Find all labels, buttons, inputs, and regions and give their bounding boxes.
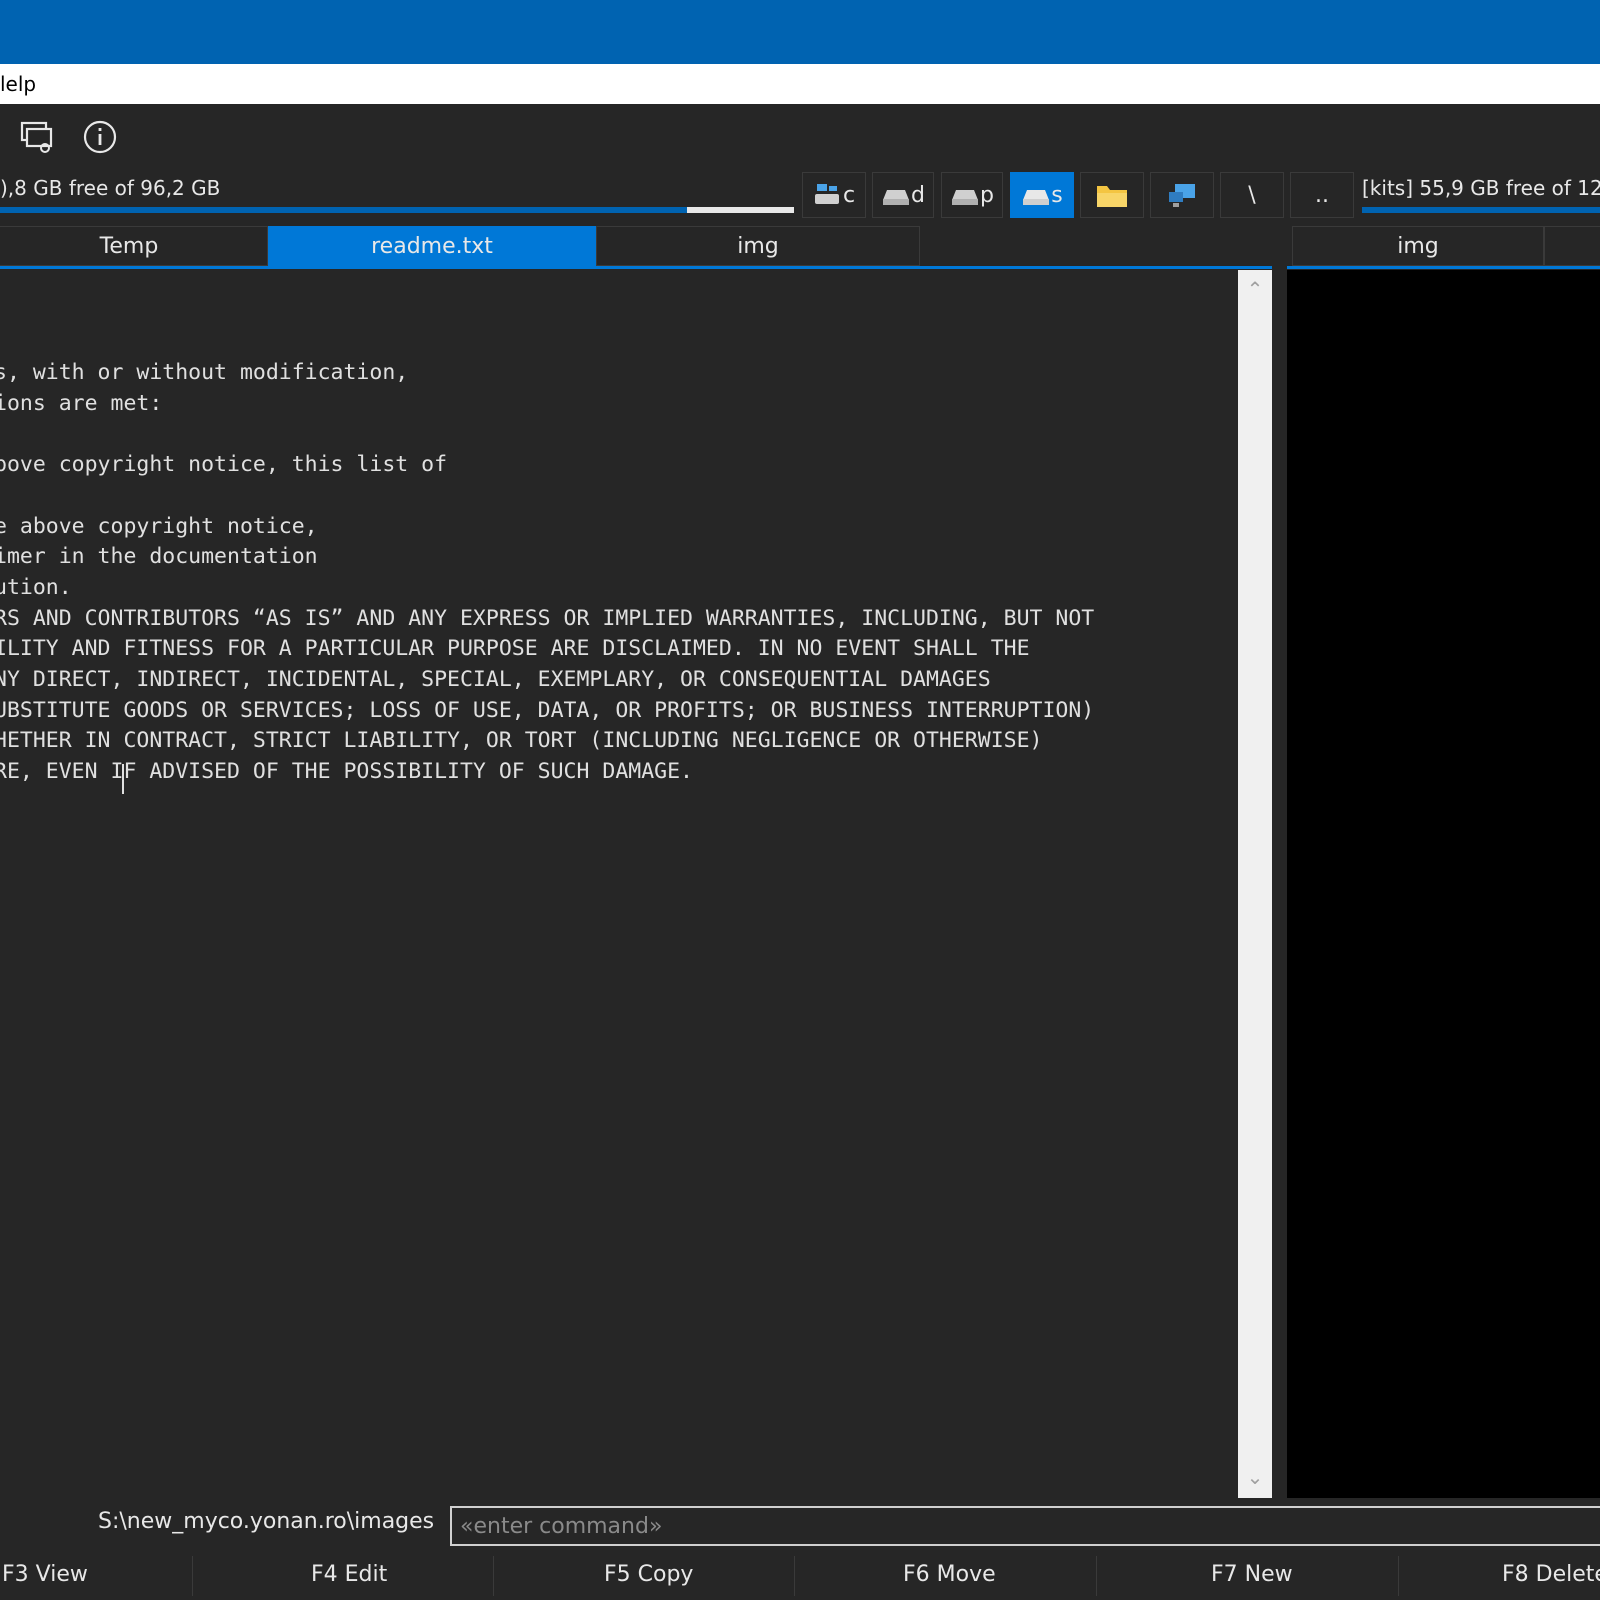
f4-edit-button[interactable]: F4 Edit bbox=[311, 1562, 387, 1587]
text-line: RE, EVEN IF ADVISED OF THE POSSIBILITY O… bbox=[0, 759, 693, 785]
text-line: s, with or without modification, bbox=[0, 360, 409, 385]
current-path: S:\new_myco.yonan.ro\images bbox=[98, 1509, 435, 1534]
fkey-separator bbox=[493, 1556, 494, 1596]
viewer-text: s, with or without modification, ions ar… bbox=[0, 358, 1094, 788]
folder-button[interactable] bbox=[1080, 172, 1144, 218]
drive-icon bbox=[1023, 190, 1050, 205]
tab-temp[interactable]: Temp bbox=[0, 226, 268, 266]
f7-new-button[interactable]: F7 New bbox=[1211, 1562, 1293, 1587]
tab-right-extra[interactable] bbox=[1544, 226, 1600, 266]
drive-button-s[interactable]: s bbox=[1010, 172, 1074, 218]
right-tab-underline bbox=[1287, 266, 1600, 269]
text-line: bove copyright notice, this list of bbox=[0, 452, 448, 478]
text-line: NY DIRECT, INDIRECT, INCIDENTAL, SPECIAL… bbox=[0, 667, 991, 693]
drive-letter: p bbox=[980, 182, 994, 208]
network-drive-icon bbox=[814, 184, 839, 204]
text-line: RS AND CONTRIBUTORS “AS IS” AND ANY EXPR… bbox=[0, 605, 1095, 631]
fkey-separator bbox=[1398, 1556, 1399, 1596]
fkey-separator bbox=[192, 1556, 193, 1596]
text-viewer[interactable]: s, with or without modification, ions ar… bbox=[0, 270, 1238, 1498]
text-cursor bbox=[122, 764, 124, 794]
fkey-separator bbox=[1096, 1556, 1097, 1596]
drive-button-d[interactable]: d bbox=[872, 172, 934, 218]
left-disk-info: ),8 GB free of 96,2 GB bbox=[0, 176, 221, 200]
tab-img-left[interactable]: img bbox=[596, 226, 920, 266]
text-line: UBSTITUTE GOODS OR SERVICES; LOSS OF USE… bbox=[0, 697, 1095, 723]
toolbar bbox=[0, 104, 1600, 170]
right-disk-info: [kits] 55,9 GB free of 12 bbox=[1362, 176, 1600, 200]
f6-move-button[interactable]: F6 Move bbox=[903, 1562, 996, 1587]
root-button[interactable]: \ bbox=[1220, 172, 1284, 218]
parent-button[interactable]: .. bbox=[1290, 172, 1354, 218]
drive-icon bbox=[952, 190, 979, 205]
command-input[interactable] bbox=[450, 1506, 1600, 1546]
text-line: HETHER IN CONTRACT, STRICT LIABILITY, OR… bbox=[0, 728, 1043, 754]
text-line: ions are met: bbox=[0, 390, 163, 416]
text-line: ILITY AND FITNESS FOR A PARTICULAR PURPO… bbox=[0, 636, 1030, 662]
chat-settings-icon[interactable] bbox=[18, 118, 56, 156]
network-icon bbox=[1169, 184, 1195, 207]
drive-button-c[interactable]: c bbox=[802, 172, 866, 218]
text-line: ution. bbox=[0, 574, 72, 600]
right-disk-usage-bar bbox=[1362, 207, 1600, 213]
fkey-separator bbox=[794, 1556, 795, 1596]
right-pane-preview[interactable] bbox=[1287, 270, 1600, 1498]
drive-icon bbox=[883, 190, 910, 205]
left-disk-usage-bar bbox=[0, 207, 794, 213]
menu-bar: lelp bbox=[0, 64, 1600, 104]
tab-readme[interactable]: readme.txt bbox=[268, 226, 596, 266]
title-bar bbox=[0, 0, 1600, 64]
f3-view-button[interactable]: F3 View bbox=[2, 1562, 88, 1587]
menu-item-help[interactable]: lelp bbox=[0, 72, 36, 96]
text-line: e above copyright notice, bbox=[0, 513, 318, 539]
network-button[interactable] bbox=[1150, 172, 1214, 218]
drive-letter: s bbox=[1051, 182, 1063, 208]
info-icon[interactable] bbox=[81, 118, 119, 156]
folder-icon bbox=[1097, 186, 1127, 207]
f5-copy-button[interactable]: F5 Copy bbox=[604, 1562, 693, 1587]
f8-delete-button[interactable]: F8 Delete bbox=[1502, 1562, 1600, 1587]
drive-button-p[interactable]: p bbox=[941, 172, 1003, 218]
left-tab-underline bbox=[0, 266, 1272, 269]
left-disk-free-segment bbox=[687, 207, 794, 213]
vertical-scrollbar[interactable]: ⌃ ⌄ bbox=[1238, 270, 1272, 1498]
text-line: imer in the documentation bbox=[0, 544, 318, 570]
function-key-bar bbox=[0, 1554, 1600, 1600]
tab-img-right[interactable]: img bbox=[1292, 226, 1544, 266]
drive-letter: c bbox=[842, 182, 856, 208]
scroll-down-icon[interactable]: ⌄ bbox=[1238, 1462, 1272, 1492]
scroll-up-icon[interactable]: ⌃ bbox=[1238, 274, 1272, 304]
drive-letter: d bbox=[911, 182, 925, 208]
